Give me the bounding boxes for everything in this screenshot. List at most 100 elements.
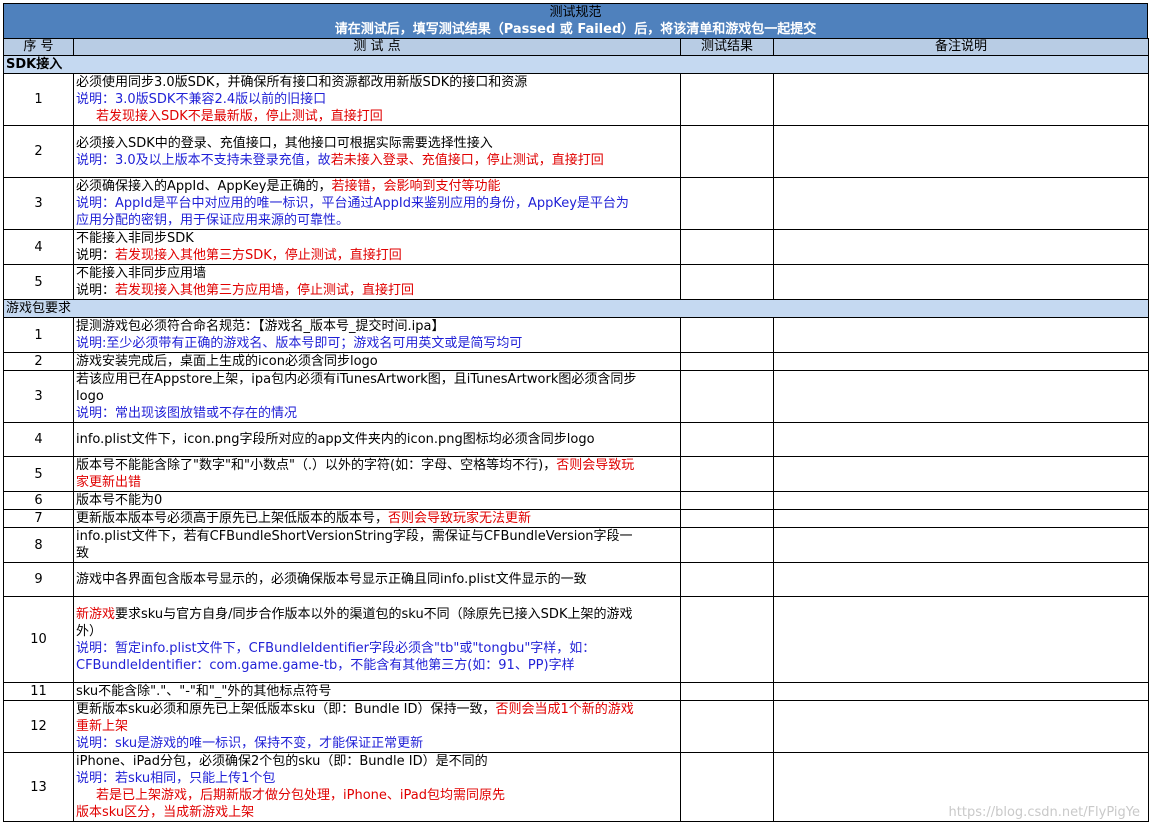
requirement-text: 若该应用已在Appstore上架，ipa包内必须有iTunesArtwork图，… [76, 372, 637, 387]
spreadsheet: 测试规范 请在测试后，填写测试结果（Passed 或 Failed）后，将该清单… [3, 3, 1149, 822]
test-result-cell[interactable] [680, 682, 774, 701]
row-number: 4 [3, 422, 74, 457]
test-point-line: info.plist文件下，若有CFBundleShortVersionStri… [76, 529, 678, 546]
row-number: 1 [3, 317, 74, 353]
test-point-line: info.plist文件下，icon.png字段所对应的app文件夹内的icon… [76, 431, 678, 448]
row-number: 9 [3, 562, 74, 597]
table-row: 5 版本号不能能含除了"数字"和"小数点"（.）以外的字符(如：字母、空格等均不行… [3, 456, 1149, 492]
test-result-cell[interactable] [680, 370, 774, 423]
warning-text: 否则会导致玩 [556, 458, 635, 473]
test-result-cell[interactable] [680, 73, 774, 126]
test-result-cell[interactable] [680, 752, 774, 822]
test-point-line: 提测游戏包必须符合命名规范：【游戏名_版本号_提交时间.ipa】 [76, 319, 678, 336]
test-point-cell: 更新版本版本号必须高于原先已上架低版本的版本号，否则会导致玩家无法更新 [73, 509, 681, 528]
requirement-text: 不能接入非同步SDK [76, 231, 194, 246]
row-number: 2 [3, 352, 74, 371]
test-point-cell: info.plist文件下，若有CFBundleShortVersionStri… [73, 527, 681, 563]
row-number: 10 [3, 596, 74, 683]
remark-cell[interactable] [773, 527, 1149, 563]
warning-text: 若发现接入其他第三方应用墙，停止测试，直接打回 [115, 283, 415, 298]
remark-cell[interactable] [773, 125, 1149, 178]
test-point-line: 不能接入非同步SDK [76, 231, 678, 248]
test-point-cell: 新游戏要求sku与官方自身/同步合作版本以外的渠道包的sku不同（除原先已接入S… [73, 596, 681, 683]
test-result-cell[interactable] [680, 422, 774, 457]
test-point-cell: sku不能含除"."、"-"和"_"外的其他标点符号 [73, 682, 681, 701]
test-point-line: 若发现接入SDK不是最新版，停止测试，直接打回 [76, 108, 678, 125]
test-point-line: 不能接入非同步应用墙 [76, 266, 678, 283]
test-result-cell[interactable] [680, 509, 774, 528]
remark-cell[interactable] [773, 73, 1149, 126]
remark-cell[interactable] [773, 177, 1149, 230]
warning-text: 若未接入登录、充值接口，停止测试，直接打回 [330, 152, 604, 168]
test-result-cell[interactable] [680, 177, 774, 230]
remark-cell[interactable] [773, 700, 1149, 753]
test-result-cell[interactable] [680, 596, 774, 683]
requirement-text: 更新版本sku必须和原先已上架低版本sku（即：Bundle ID）保持一致， [76, 702, 496, 717]
requirement-text: 提测游戏包必须符合命名规范：【游戏名_版本号_提交时间.ipa】 [76, 319, 445, 334]
requirement-text: 游戏中各界面包含版本号显示的，必须确保版本号显示正确且同info.plist文件… [76, 572, 587, 587]
test-result-cell[interactable] [680, 527, 774, 563]
remark-cell[interactable] [773, 682, 1149, 701]
row-number: 3 [3, 370, 74, 423]
warning-text: 若是已上架游戏，后期新版才做分包处理，iPhone、iPad包均需同原先 [96, 788, 505, 803]
requirement-text: 版本号不能能含除了"数字"和"小数点"（.）以外的字符(如：字母、空格等均不行)… [76, 458, 557, 473]
test-point-line: 必须确保接入的AppId、AppKey是正确的，若接错，会影响到支付等功能 [76, 179, 678, 196]
remark-cell[interactable] [773, 264, 1149, 300]
test-result-cell[interactable] [680, 125, 774, 178]
table-row: 8 info.plist文件下，若有CFBundleShortVersionStr… [3, 527, 1149, 563]
test-result-cell[interactable] [680, 456, 774, 492]
test-point-line: 说明：AppId是平台中对应用的唯一标识，平台通过AppId来鉴别应用的身份，A… [76, 195, 678, 212]
remark-cell[interactable] [773, 229, 1149, 265]
sheet-title: 测试规范 [549, 5, 602, 20]
test-spec-table: 序 号 测 试 点 测试结果 备注说明 SDK接入 1 必须使用同步3.0版SDK，… [3, 38, 1149, 822]
warning-text: 若发现接入其他第三方SDK，停止测试，直接打回 [115, 248, 402, 263]
remark-cell[interactable] [773, 422, 1149, 457]
warning-text: 若发现接入SDK不是最新版，停止测试，直接打回 [96, 109, 383, 124]
test-point-line: 说明：常出现该图放错或不存在的情况 [76, 405, 678, 422]
row-number: 8 [3, 527, 74, 563]
requirement-text: 必须使用同步3.0版SDK，并确保所有接口和资源都改用新版SDK的接口和资源 [76, 75, 528, 90]
test-point-cell: 必须使用同步3.0版SDK，并确保所有接口和资源都改用新版SDK的接口和资源 说明… [73, 73, 681, 126]
test-result-cell[interactable] [680, 264, 774, 300]
requirement-text: 致 [76, 546, 90, 561]
test-result-cell[interactable] [680, 317, 774, 353]
requirement-text: 必须接入SDK中的登录、充值接口，其他接口可根据实际需要选择性接入 [76, 135, 493, 151]
remark-cell[interactable] [773, 352, 1149, 371]
warning-text: 否则会导致玩家无法更新 [388, 511, 532, 526]
test-point-line: 说明:至少必须带有正确的游戏名、版本号即可；游戏名可用英文或是简写均可 [76, 335, 678, 352]
requirement-text: 版本号不能为0 [76, 493, 163, 508]
test-result-cell[interactable] [680, 700, 774, 753]
warning-text: 新游戏 [76, 606, 116, 622]
table-row: 6 版本号不能为0 [3, 491, 1149, 510]
test-point-line: 新游戏要求sku与官方自身/同步合作版本以外的渠道包的sku不同（除原先已接入S… [76, 606, 678, 623]
test-point-line: 说明：3.0及以上版本不支持未登录充值，故若未接入登录、充值接口，停止测试，直接… [76, 152, 678, 169]
test-result-cell[interactable] [680, 352, 774, 371]
remark-cell[interactable] [773, 596, 1149, 683]
test-result-cell[interactable] [680, 491, 774, 510]
remark-cell[interactable] [773, 370, 1149, 423]
table-row: 5 不能接入非同步应用墙 说明：若发现接入其他第三方应用墙，停止测试，直接打回 [3, 264, 1149, 300]
test-result-cell[interactable] [680, 562, 774, 597]
test-point-cell: 必须接入SDK中的登录、充值接口，其他接口可根据实际需要选择性接入 说明：3.0及… [73, 125, 681, 178]
requirement-text: 外） [76, 623, 103, 639]
test-point-cell: 不能接入非同步SDK 说明：若发现接入其他第三方SDK，停止测试，直接打回 [73, 229, 681, 265]
remark-cell[interactable] [773, 456, 1149, 492]
test-point-line: 致 [76, 545, 678, 562]
test-point-cell: 不能接入非同步应用墙 说明：若发现接入其他第三方应用墙，停止测试，直接打回 [73, 264, 681, 300]
table-row: 1 必须使用同步3.0版SDK，并确保所有接口和资源都改用新版SDK的接口和资源说… [3, 73, 1149, 126]
test-point-line: 说明：若发现接入其他第三方应用墙，停止测试，直接打回 [76, 282, 678, 299]
test-point-line: 若是已上架游戏，后期新版才做分包处理，iPhone、iPad包均需同原先 [76, 787, 678, 804]
test-result-cell[interactable] [680, 229, 774, 265]
remark-cell[interactable] [773, 562, 1149, 597]
test-point-line: 游戏安装完成后，桌面上生成的icon必须含同步logo [76, 354, 678, 370]
remark-cell[interactable] [773, 509, 1149, 528]
table-row: 7 更新版本版本号必须高于原先已上架低版本的版本号，否则会导致玩家无法更新 [3, 509, 1149, 528]
warning-text: 否则会当成1个新的游戏 [495, 702, 634, 717]
remark-cell[interactable] [773, 491, 1149, 510]
test-point-line: 说明：若sku相同，只能上传1个包 [76, 770, 678, 787]
remark-cell[interactable] [773, 317, 1149, 353]
test-point-line: 说明：3.0版SDK不兼容2.4版以前的旧接口 [76, 91, 678, 108]
table-row: 10 新游戏要求sku与官方自身/同步合作版本以外的渠道包的sku不同（除原先已接… [3, 596, 1149, 683]
requirement-text: logo [76, 389, 104, 404]
requirement-text: iPhone、iPad分包，必须确保2个包的sku（即：Bundle ID）是不… [76, 754, 488, 769]
